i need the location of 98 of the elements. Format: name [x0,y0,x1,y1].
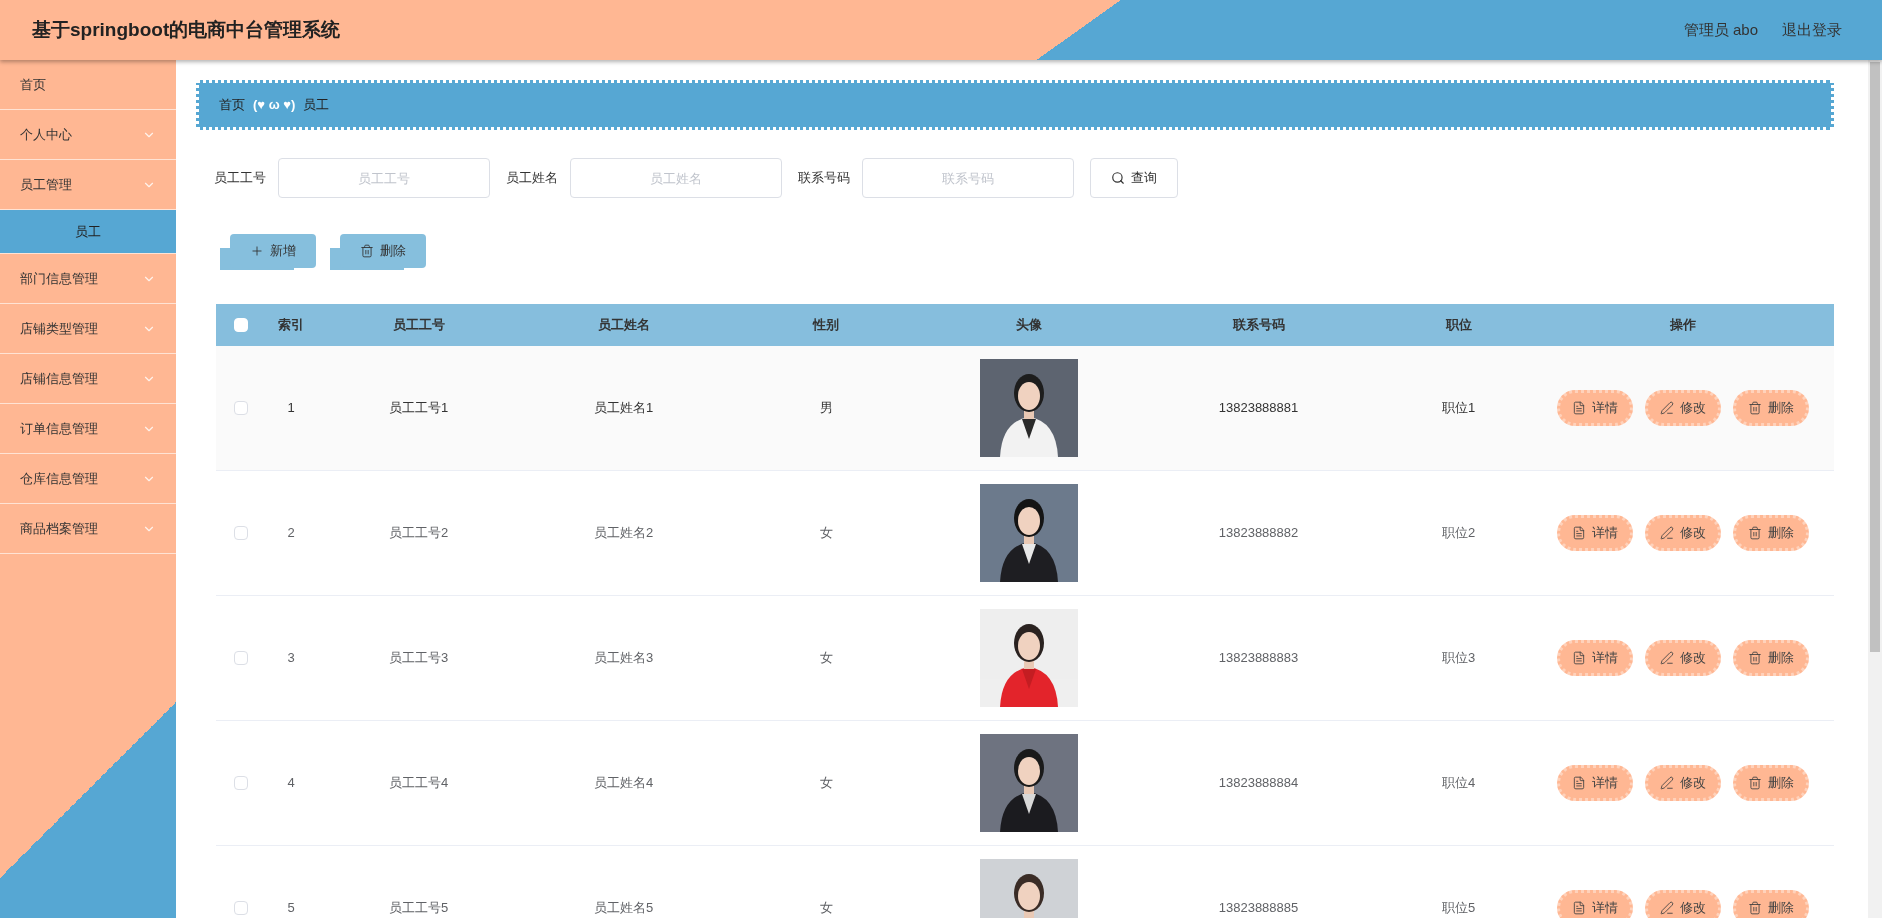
delete-button[interactable]: 删除 [1732,390,1809,426]
detail-button[interactable]: 详情 [1556,515,1633,551]
table-cell-text: 职位2 [1441,524,1476,543]
column-header: 联系号码 [1232,316,1285,335]
sidebar-item[interactable]: 店铺信息管理 [0,354,176,404]
search-button[interactable]: 查询 [1090,158,1178,198]
search-field[interactable]: 员工姓名 [570,158,782,198]
document-icon [1571,401,1586,415]
column-header: 操作 [1669,316,1696,335]
sidebar-subitem[interactable]: 员工 [0,210,176,254]
user-name: 管理员 abo [1683,19,1758,40]
logout-link[interactable]: 退出登录 [1782,18,1842,42]
table-cell-text: 员工工号1 [388,399,449,418]
table-cell-text: 男 [819,399,833,418]
column-header: 员工工号 [392,316,445,335]
column-header: 员工姓名 [597,316,650,335]
delete-button[interactable]: 删除 [1732,890,1809,918]
sidebar-item[interactable]: 首页 [0,60,176,110]
sidebar-item[interactable]: 个人中心 [0,110,176,160]
checkbox[interactable] [234,401,248,415]
sidebar-item[interactable]: 部门信息管理 [0,254,176,304]
table-cell-text: 5 [287,899,295,918]
breadcrumb-link[interactable]: 首页 [219,95,245,115]
column-header: 索引 [278,316,304,335]
table-cell-text: 13823888885 [1218,899,1299,918]
checkbox[interactable] [234,776,248,790]
table-cell-text: 女 [819,649,833,668]
trash-icon [1747,526,1762,540]
checkbox[interactable] [234,651,248,665]
edit-button[interactable]: 修改 [1644,640,1721,676]
table-cell-text: 职位5 [1441,899,1476,918]
table-cell-text: 女 [819,774,833,793]
table-cell-text: 员工姓名3 [593,649,654,668]
field-label: 员工姓名 [506,169,558,188]
breadcrumb-link[interactable]: 员工 [303,95,330,115]
column-header: 职位 [1445,316,1472,335]
plus-icon [250,244,264,258]
document-icon [1571,651,1586,665]
table-cell-text: 1 [287,399,295,418]
table-cell-text: 职位1 [1441,399,1476,418]
detail-button[interactable]: 详情 [1556,890,1633,918]
delete-button[interactable]: 删除 [1732,765,1809,801]
detail-button[interactable]: 详情 [1556,640,1633,676]
pencil-icon [1659,651,1674,665]
sidebar-item[interactable]: 店铺类型管理 [0,304,176,354]
field-label: 员工工号 [214,169,266,188]
table-cell-text: 13823888884 [1218,774,1299,793]
table-cell-text: 职位4 [1441,774,1476,793]
table-cell-text: 女 [819,899,833,918]
trash-icon [1747,401,1762,415]
table-cell-text: 员工工号4 [388,774,449,793]
trash-icon [1747,901,1762,915]
edit-button[interactable]: 修改 [1644,890,1721,918]
checkbox[interactable] [234,901,248,915]
delete-button[interactable]: 删除 [1732,640,1809,676]
delete-button[interactable]: 删除 [1732,515,1809,551]
search-icon [1111,171,1125,185]
app-title: 基于springboot的电商中台管理系统 [32,17,341,42]
edit-button[interactable]: 修改 [1644,765,1721,801]
table-cell-text: 员工姓名4 [593,774,654,793]
checkbox[interactable] [234,526,248,540]
table-cell-text: 职位3 [1441,649,1476,668]
search-field[interactable]: 联系号码 [862,158,1074,198]
document-icon [1571,526,1586,540]
document-icon [1571,776,1586,790]
table-cell-text: 员工工号5 [388,899,449,918]
pencil-icon [1659,401,1674,415]
field-label: 联系号码 [798,169,850,188]
pencil-icon [1659,901,1674,915]
table-cell-text: 2 [287,524,295,543]
table-cell-text: 员工工号2 [388,524,449,543]
edit-button[interactable]: 修改 [1644,390,1721,426]
trash-icon [360,244,374,258]
table-cell-text: 员工姓名1 [593,399,654,418]
table-cell-text: 13823888881 [1218,399,1299,418]
sidebar-item[interactable]: 订单信息管理 [0,404,176,454]
column-header: 性别 [813,316,839,335]
column-header: 头像 [1015,316,1042,335]
table-cell-text: 员工姓名5 [593,899,654,918]
table-cell-text: 3 [287,649,295,668]
document-icon [1571,901,1586,915]
trash-icon [1747,651,1762,665]
sidebar-item[interactable]: 仓库信息管理 [0,454,176,504]
pencil-icon [1659,526,1674,540]
table-cell-text: 13823888883 [1218,649,1299,668]
table-cell-text: 员工姓名2 [593,524,654,543]
breadcrumb-separator: (♥ ω ♥) [253,96,296,115]
search-field[interactable]: 员工工号 [278,158,490,198]
table-cell-text: 女 [819,524,833,543]
pencil-icon [1659,776,1674,790]
table-cell-text: 员工工号3 [388,649,449,668]
detail-button[interactable]: 详情 [1556,390,1633,426]
edit-button[interactable]: 修改 [1644,515,1721,551]
table-cell-text: 4 [287,774,295,793]
trash-icon [1747,776,1762,790]
detail-button[interactable]: 详情 [1556,765,1633,801]
table-cell-text: 13823888882 [1218,524,1299,543]
scrollbar-thumb[interactable] [1870,62,1880,652]
